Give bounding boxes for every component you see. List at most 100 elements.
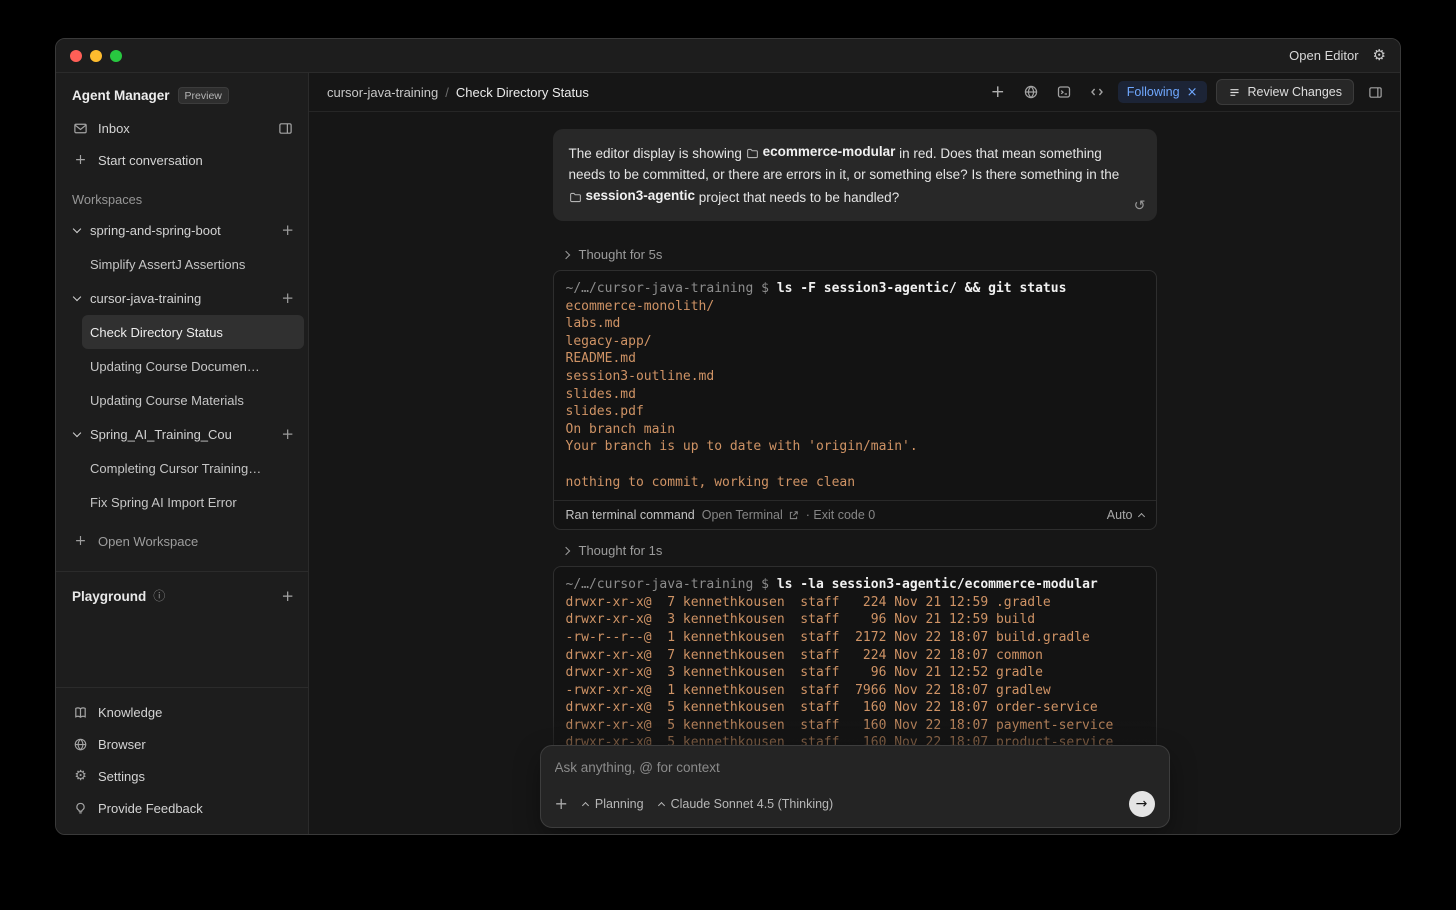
terminal-prompt: ~/…/cursor-java-training $ [565,281,777,296]
start-conversation-label: Start conversation [98,152,203,168]
conversation-item[interactable]: Fix Spring AI Import Error [82,485,304,519]
terminal-output: ecommerce-monolith/labs.md legacy-app/REA… [566,298,1144,492]
inbox-label: Inbox [98,120,130,136]
sidebar-item-inbox[interactable]: Inbox [56,112,308,144]
panel-toggle-icon[interactable] [277,121,294,136]
chevron-up-icon [581,801,589,810]
conversation-header: cursor-java-training / Check Directory S… [309,73,1400,112]
conversation-item[interactable]: Updating Course Documen… [82,349,304,383]
terminal-output-line: -rwxr-xr-x@ 1 kennethkousen staff 7966 N… [565,682,1051,698]
following-label: Following [1126,85,1180,99]
sidebar-item-knowledge[interactable]: Knowledge [56,696,308,728]
terminal-output-line: drwxr-xr-x@ 7 kennethkousen staff 224 No… [565,647,1043,663]
mode-selector[interactable]: Planning [581,797,644,811]
gear-icon[interactable]: ⚙ [1373,48,1386,63]
workspace-cursor-java-training[interactable]: cursor-java-training + [56,281,308,315]
sidebar-item-provide-feedback[interactable]: Provide Feedback [56,792,308,824]
model-label: Claude Sonnet 4.5 (Thinking) [670,797,834,811]
thought-toggle[interactable]: Thought for 1s [561,543,1157,559]
restore-checkpoint-icon[interactable]: ↺ [1134,199,1146,213]
add-playground-button[interactable]: + [281,588,294,604]
conversation-item[interactable]: Check Directory Status [82,315,304,349]
sidebar-item-label: Browser [98,736,146,752]
terminal-prompt: ~/…/cursor-java-training $ [565,577,777,593]
send-button[interactable]: → [1128,791,1155,817]
terminal-output-line: nothing to commit, working tree clean [565,474,856,490]
model-selector[interactable]: Claude Sonnet 4.5 (Thinking) [657,797,834,811]
add-conversation-button[interactable]: + [281,222,294,238]
workspace-spring-and-spring-boot[interactable]: spring-and-spring-boot + [56,213,308,247]
open-editor-button[interactable]: Open Editor [1289,48,1358,63]
terminal-output-line: Your branch is up to date with 'origin/m… [565,439,918,455]
new-conversation-button[interactable]: + [986,80,1010,104]
chat-composer[interactable]: + Planning Claude Sonnet 4.5 (Thinking) … [539,745,1170,828]
add-context-button[interactable]: + [555,796,568,812]
sidebar-footer: Knowledge Browser ⚙ Settings Provide Feedbac… [56,688,308,834]
conversation-item[interactable]: Completing Cursor Training… [82,451,304,485]
chevron-right-icon [561,546,570,555]
sidebar-item-settings[interactable]: ⚙ Settings [56,760,308,792]
chevron-right-icon [561,250,570,259]
app-window: Open Editor ⚙ Agent Manager Preview Inbo… [55,38,1401,835]
terminal-output-line: labs.md [565,316,621,332]
inbox-icon [72,121,89,136]
terminal-output-line: README.md [565,351,636,367]
layout-panel-icon[interactable] [1363,80,1387,104]
chevron-down-icon [72,428,82,437]
chat-input[interactable] [554,760,1155,775]
following-toggle[interactable]: Following × [1117,81,1207,103]
thought-toggle[interactable]: Thought for 5s [561,247,1157,262]
terminal-output-line: drwxr-xr-x@ 3 kennethkousen staff 96 Nov… [565,665,1043,681]
close-icon[interactable]: × [1187,86,1198,99]
auto-run-dropdown[interactable]: Auto [1107,508,1145,522]
app-title: Agent Manager [72,88,170,103]
start-conversation-button[interactable]: + Start conversation [56,144,308,176]
playground-label: Playground [72,588,147,604]
workspace-Spring_AI_Training_Cou[interactable]: Spring_AI_Training_Cou + [56,417,308,451]
terminal-output-line: drwxr-xr-x@ 7 kennethkousen staff 224 No… [565,594,1051,610]
conversation-item[interactable]: Simplify AssertJ Assertions [82,247,304,281]
file-chip[interactable]: session3-agentic [569,185,695,206]
ran-command-label: Ran terminal command [565,508,695,523]
review-changes-button[interactable]: Review Changes [1215,79,1354,105]
close-window-button[interactable] [70,49,82,62]
titlebar: Open Editor ⚙ [56,39,1400,73]
open-terminal-link[interactable]: Open Terminal [702,508,799,522]
chevron-up-icon [657,801,665,810]
open-workspace-button[interactable]: + Open Workspace [56,525,308,557]
plus-icon: + [74,152,87,168]
exit-code-label: · Exit code 0 [805,508,876,523]
terminal-icon[interactable] [1052,80,1076,104]
terminal-output-line: session3-outline.md [565,368,715,384]
add-conversation-button[interactable]: + [281,290,294,306]
terminal-command: ~/…/cursor-java-training $ ls -la sessio… [566,576,1144,594]
conversation-item[interactable]: Updating Course Materials [82,383,304,417]
sidebar-item-label: Settings [98,768,145,784]
add-conversation-button[interactable]: + [281,426,294,442]
file-chip[interactable]: ecommerce-modular [746,141,895,162]
terminal-command-text: ls -F session3-agentic/ && git status [776,281,1067,296]
chevron-down-icon [72,224,82,233]
minimize-window-button[interactable] [90,49,102,62]
user-message-text: The editor display is showing ecommerce-… [569,144,1120,206]
thought-label: Thought for 1s [578,543,663,559]
workspace-name: spring-and-spring-boot [90,222,221,238]
breadcrumb-workspace[interactable]: cursor-java-training [327,85,438,100]
thought-label: Thought for 5s [578,247,663,262]
sidebar-item-playground[interactable]: Playground ⓘ + [56,572,308,620]
code-icon[interactable] [1085,80,1109,104]
diff-list-icon [1228,86,1241,99]
chevron-down-icon [72,292,82,301]
workspace-tree: spring-and-spring-boot + Simplify AssertJ … [56,213,308,519]
terminal-output-line: On branch main [565,421,676,437]
workspaces-heading: Workspaces [72,192,143,207]
zoom-window-button[interactable] [110,49,122,62]
sidebar-item-browser[interactable]: Browser [56,728,308,760]
terminal-output-line: slides.md [565,386,636,402]
browser-icon[interactable] [1019,80,1043,104]
folder-icon [569,191,582,204]
terminal-output-line: -rw-r--r--@ 1 kennethkousen staff 2172 N… [565,629,1090,645]
terminal-command: ~/…/cursor-java-training $ ls -F session… [566,280,1144,298]
gear-icon: ⚙ [74,768,87,784]
